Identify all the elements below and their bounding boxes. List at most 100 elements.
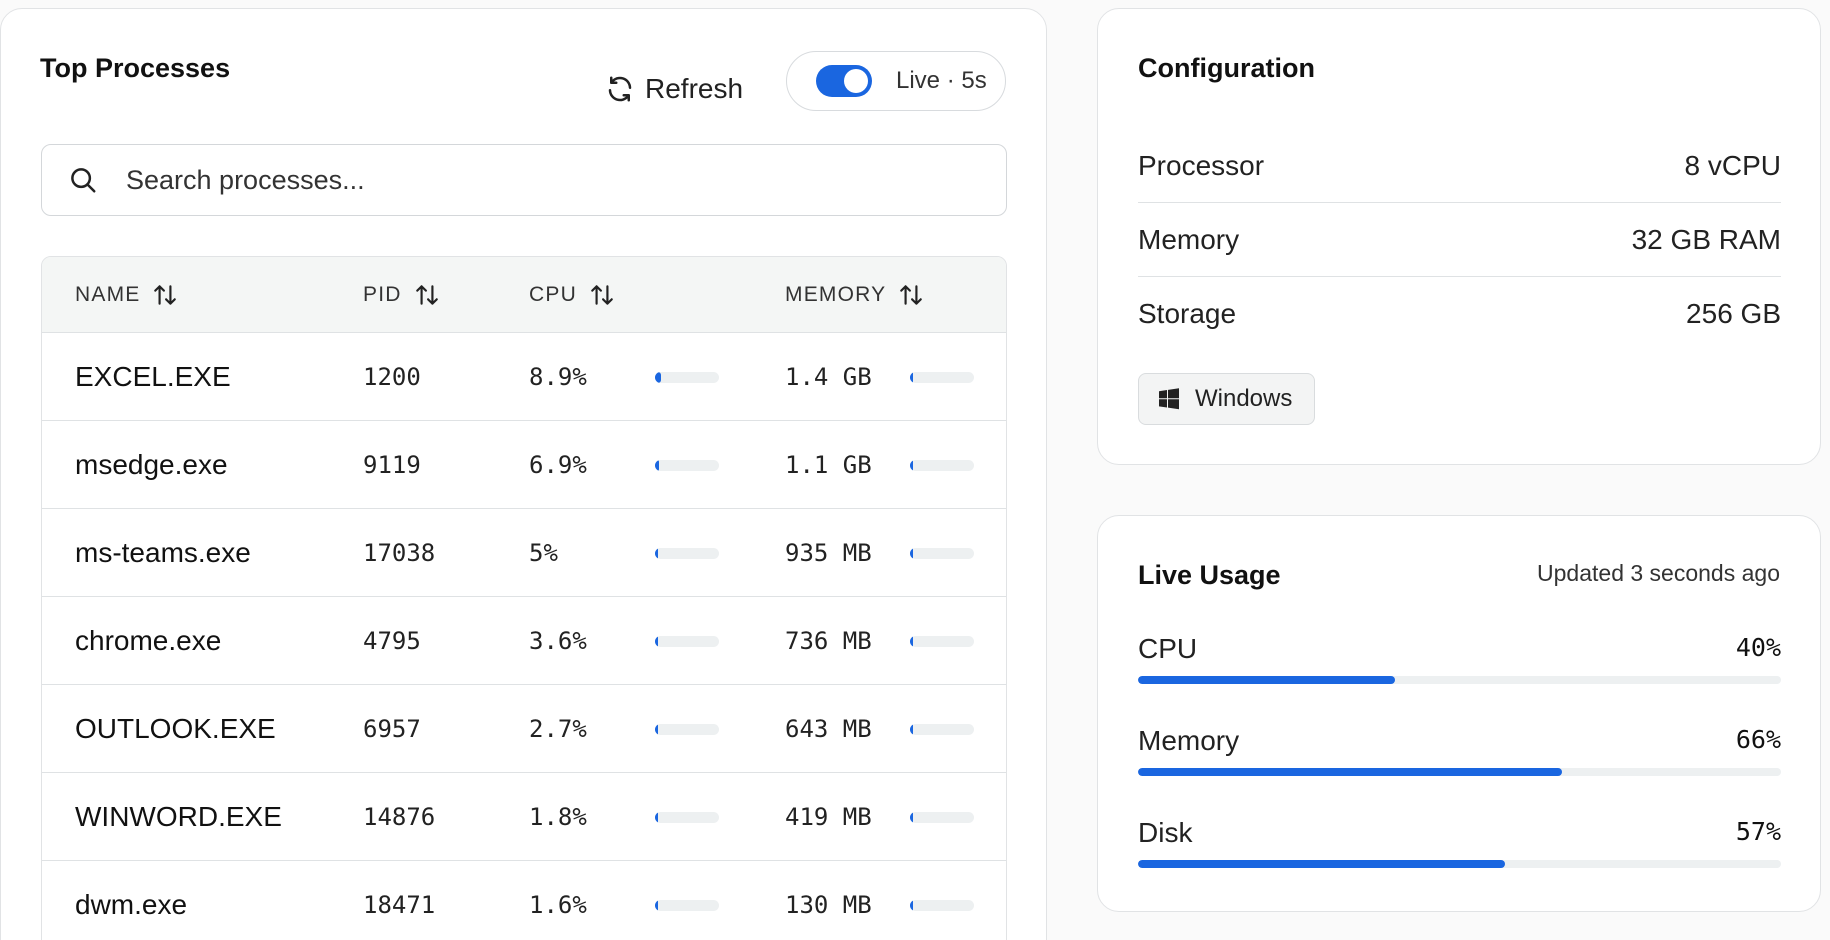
cpu-usage-fill [655, 900, 658, 911]
process-pid: 18471 [363, 891, 436, 919]
table-row[interactable]: chrome.exe 4795 3.6% 736 MB [42, 597, 1006, 685]
process-cpu: 3.6% [529, 627, 587, 655]
metric-value: 57% [1735, 817, 1781, 846]
windows-icon [1159, 388, 1179, 410]
sort-icon [591, 285, 613, 305]
memory-usage-fill [910, 900, 913, 911]
process-pid: 1200 [363, 363, 421, 391]
memory-usage-bar [910, 900, 974, 911]
process-memory: 1.1 GB [785, 451, 872, 479]
live-usage-title: Live Usage [1138, 560, 1281, 590]
table-row[interactable]: ms-teams.exe 17038 5% 935 MB [42, 509, 1006, 597]
process-cpu: 1.6% [529, 891, 587, 919]
process-name: OUTLOOK.EXE [75, 713, 276, 744]
metric-progress-fill [1138, 768, 1563, 776]
table-row[interactable]: WINWORD.EXE 14876 1.8% 419 MB [42, 773, 1006, 861]
config-value: 256 GB [1686, 298, 1781, 329]
cpu-usage-bar [655, 460, 719, 471]
memory-usage-bar [910, 724, 974, 735]
memory-usage-fill [910, 812, 913, 823]
refresh-button[interactable]: Refresh [605, 69, 743, 109]
process-memory: 736 MB [785, 627, 872, 655]
os-label: Windows [1195, 385, 1293, 412]
memory-usage-fill [910, 372, 913, 383]
process-memory: 1.4 GB [785, 363, 872, 391]
search-icon [71, 168, 96, 193]
memory-usage-fill [910, 460, 913, 471]
column-header-pid[interactable]: PID [363, 257, 440, 333]
column-header-label: MEMORY [785, 283, 887, 306]
metric-value: 66% [1735, 725, 1781, 754]
process-pid: 9119 [363, 451, 421, 479]
refresh-icon [608, 76, 632, 102]
column-header-label: NAME [75, 283, 141, 306]
refresh-label: Refresh [645, 73, 744, 104]
toggle-knob [844, 69, 868, 93]
config-row-memory: Memory 32 GB RAM [1138, 203, 1781, 277]
cpu-usage-fill [655, 548, 659, 559]
memory-usage-fill [910, 548, 913, 559]
table-row[interactable]: dwm.exe 18471 1.6% 130 MB [42, 861, 1006, 940]
cpu-usage-fill [655, 724, 658, 735]
metric-progress-bar [1138, 860, 1781, 868]
process-cpu: 6.9% [529, 451, 587, 479]
process-cpu: 2.7% [529, 715, 587, 743]
table-row[interactable]: OUTLOOK.EXE 6957 2.7% 643 MB [42, 685, 1006, 773]
table-header: NAME PID CPU MEMORY [42, 257, 1006, 333]
process-cpu: 1.8% [529, 803, 587, 831]
process-memory: 643 MB [785, 715, 872, 743]
live-usage-card: Live Usage Updated 3 seconds ago CPU 40%… [1097, 515, 1821, 912]
cpu-usage-bar [655, 812, 719, 823]
config-value: 32 GB RAM [1631, 223, 1781, 255]
top-processes-card: Top Processes Refresh Live · 5s NAME PID [0, 8, 1047, 940]
memory-usage-bar [910, 460, 974, 471]
memory-usage-fill [910, 724, 913, 735]
column-header-label: CPU [529, 283, 577, 306]
metric-value: 40% [1735, 633, 1781, 662]
config-row-storage: Storage 256 GB [1138, 277, 1781, 351]
process-memory: 130 MB [785, 891, 872, 919]
memory-usage-fill [910, 636, 913, 647]
metric-progress-bar [1138, 768, 1781, 776]
table-row[interactable]: EXCEL.EXE 1200 8.9% 1.4 GB [42, 333, 1006, 421]
process-name: ms-teams.exe [75, 537, 251, 568]
search-box[interactable] [41, 144, 1007, 216]
cpu-usage-fill [655, 372, 661, 383]
memory-usage-bar [910, 812, 974, 823]
cpu-usage-fill [655, 460, 660, 471]
sort-icon [154, 285, 177, 305]
cpu-usage-bar [655, 636, 719, 647]
config-row-processor: Processor 8 vCPU [1138, 129, 1781, 203]
last-updated-text: Updated 3 seconds ago [1537, 560, 1780, 586]
process-pid: 4795 [363, 627, 421, 655]
config-label: Storage [1138, 298, 1237, 329]
sort-icon [900, 285, 923, 305]
processes-title: Top Processes [40, 53, 231, 83]
column-header-name[interactable]: NAME [75, 257, 178, 333]
live-interval-label: Live · 5s [896, 67, 987, 94]
live-toggle[interactable] [816, 65, 872, 97]
cpu-usage-fill [655, 636, 658, 647]
usage-metric-disk: Disk 57% [1138, 817, 1781, 897]
process-pid: 14876 [363, 803, 436, 831]
process-name: WINWORD.EXE [75, 801, 282, 832]
metric-progress-bar [1138, 676, 1781, 684]
metric-label: Memory [1138, 725, 1240, 756]
metric-label: CPU [1138, 633, 1198, 664]
table-row[interactable]: msedge.exe 9119 6.9% 1.1 GB [42, 421, 1006, 509]
column-header-cpu[interactable]: CPU [529, 257, 615, 333]
config-label: Memory [1138, 223, 1240, 255]
sort-icon [415, 285, 438, 305]
cpu-usage-bar [655, 372, 719, 383]
live-refresh-control[interactable]: Live · 5s [786, 51, 1006, 111]
process-pid: 6957 [363, 715, 421, 743]
process-name: msedge.exe [75, 449, 228, 480]
metric-progress-fill [1138, 676, 1396, 684]
process-name: chrome.exe [75, 625, 222, 656]
column-header-memory[interactable]: MEMORY [785, 257, 924, 333]
metric-progress-fill [1138, 860, 1505, 868]
cpu-usage-fill [655, 812, 658, 823]
process-cpu: 5% [529, 539, 558, 567]
search-input[interactable] [126, 164, 946, 196]
column-header-label: PID [363, 283, 402, 306]
